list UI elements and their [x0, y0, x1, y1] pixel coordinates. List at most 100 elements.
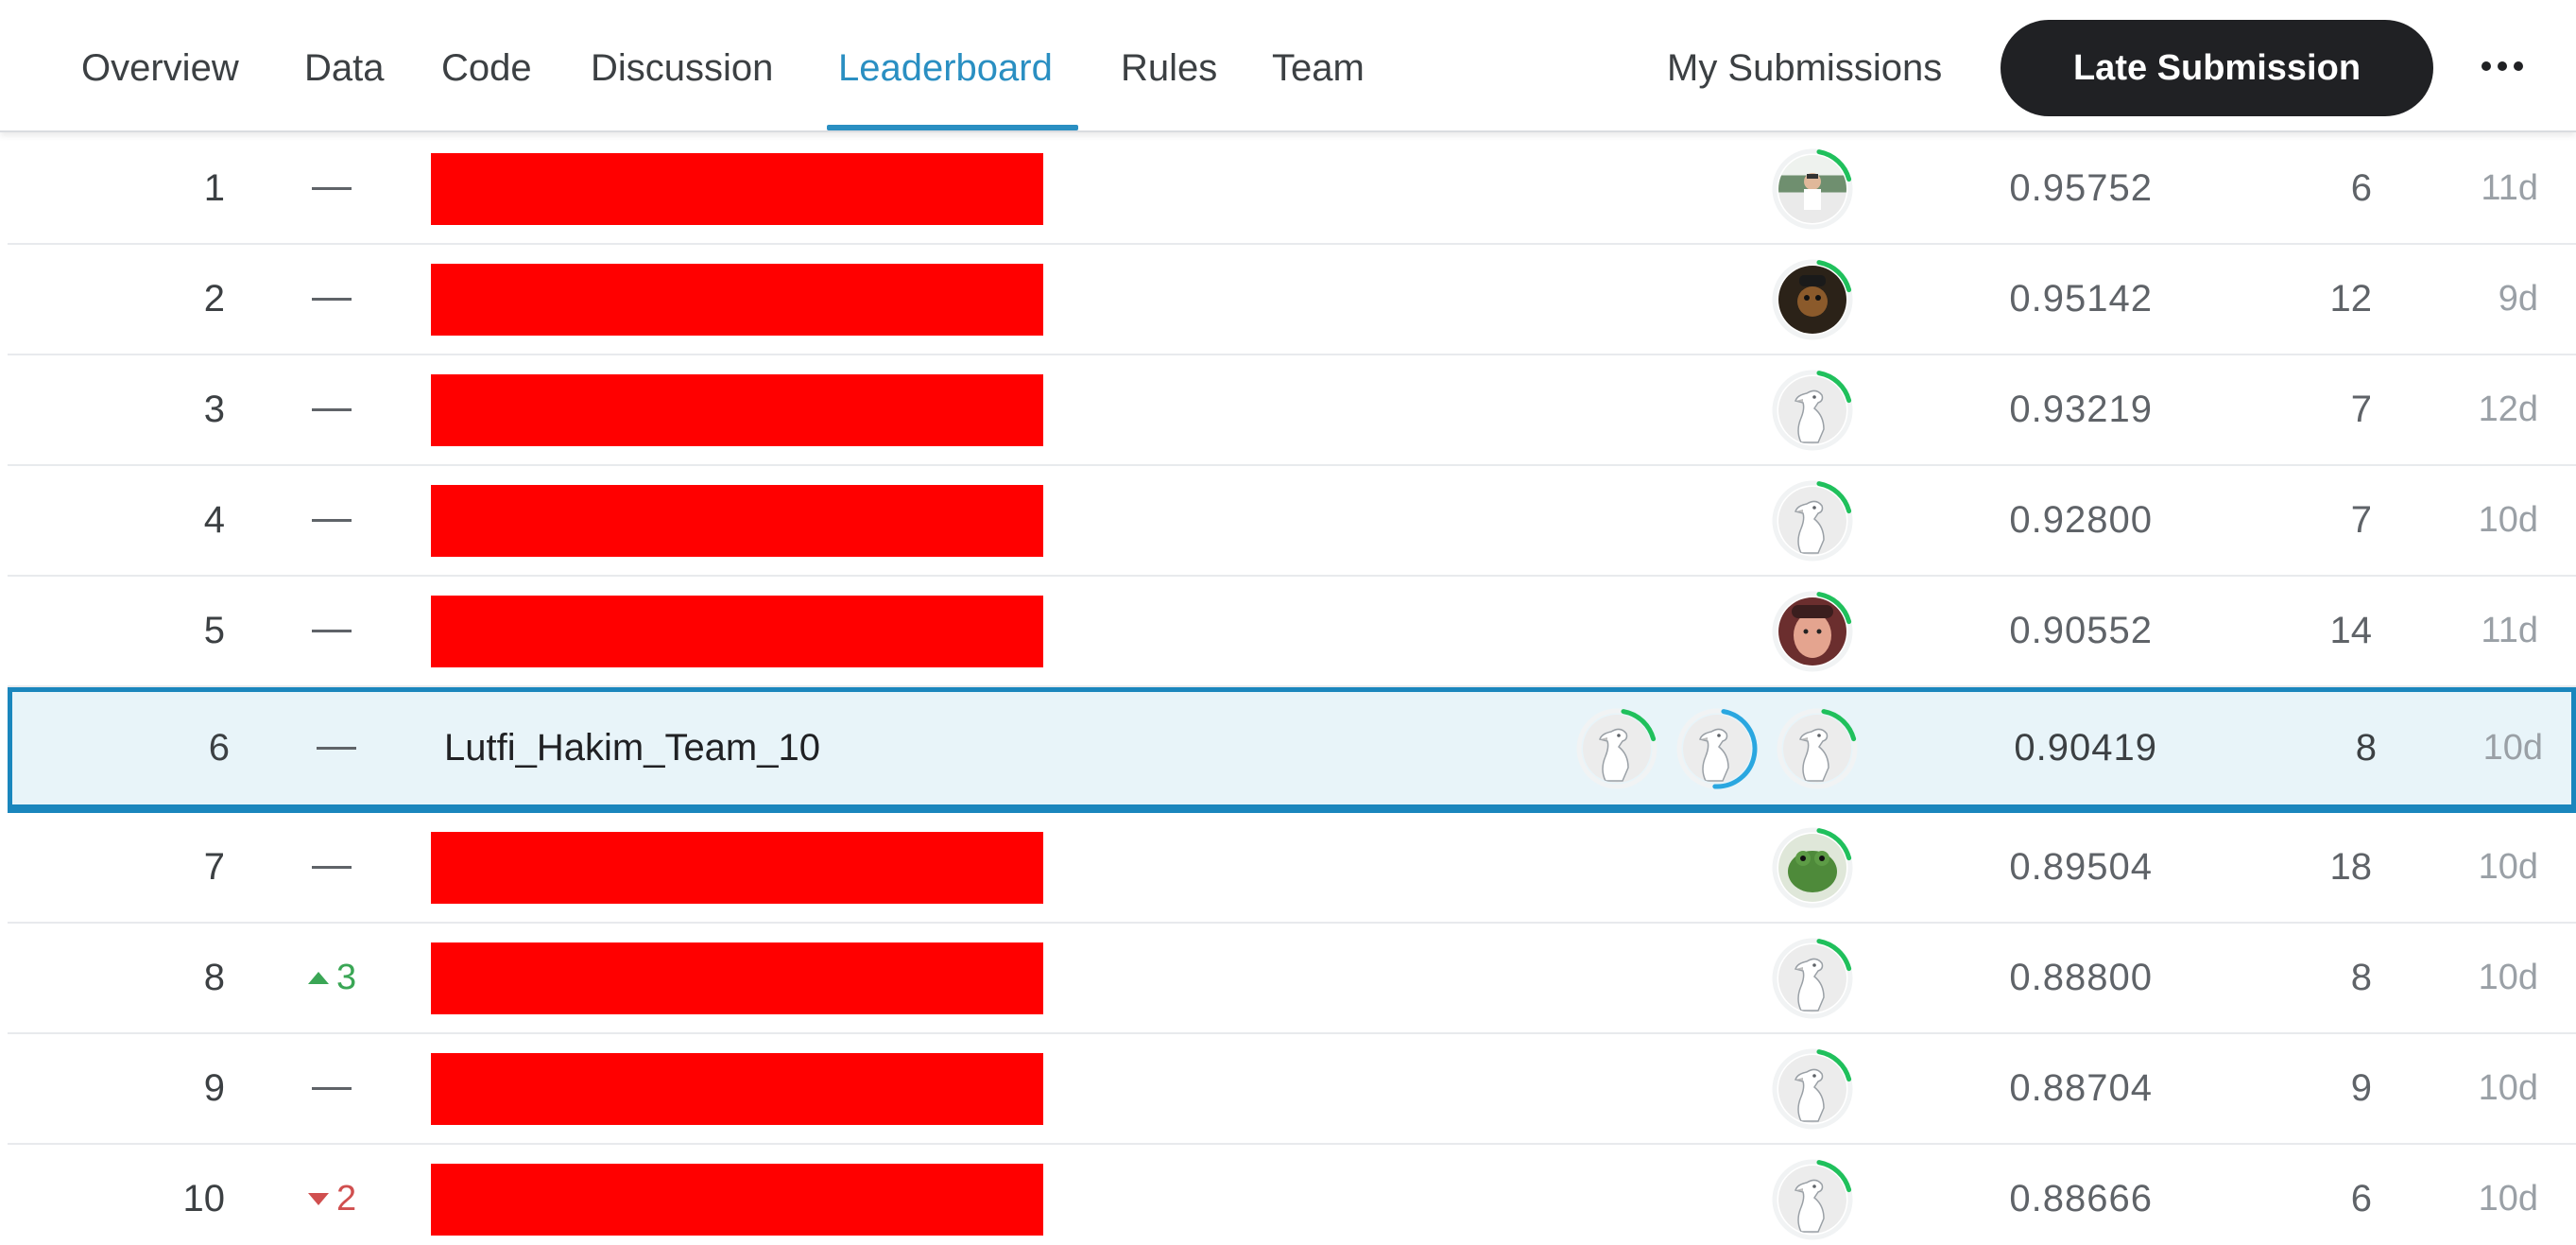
entries-count: 6 [2350, 1178, 2372, 1219]
rank-change [308, 577, 384, 685]
rank-number: 5 [203, 610, 225, 651]
rank-change [308, 466, 384, 575]
rank-change: 2 [308, 1145, 384, 1245]
rank-down-icon [308, 1193, 329, 1205]
last-submission-age: 10d [2478, 1179, 2538, 1219]
last-submission-age: 10d [2478, 500, 2538, 540]
redacted-team-name [431, 373, 1043, 446]
team-member-avatar-icon[interactable] [1771, 1158, 1854, 1241]
no-change-dash-icon [317, 747, 356, 750]
score: 0.95752 [2009, 167, 2153, 209]
leaderboard-row[interactable]: 2 0.95142 12 9d [8, 245, 2576, 355]
redacted-team-name [431, 484, 1043, 557]
rank-change [313, 692, 388, 804]
rank-number: 10 [182, 1178, 226, 1219]
redacted-team-name [431, 152, 1043, 225]
score: 0.92800 [2009, 499, 2153, 541]
rank-number: 4 [203, 499, 225, 541]
entries-count: 7 [2350, 389, 2372, 430]
score: 0.95142 [2009, 278, 2153, 320]
team-member-avatar-icon[interactable] [1771, 147, 1854, 231]
last-submission-age: 10d [2478, 1068, 2538, 1108]
leaderboard-row[interactable]: 10 2 0.88666 6 10d [8, 1145, 2576, 1245]
score: 0.90419 [2014, 727, 2157, 769]
team-member-avatar-icon[interactable] [1771, 258, 1854, 341]
no-change-dash-icon [312, 1087, 352, 1090]
leaderboard-row[interactable]: 7 0.89504 18 10d [8, 813, 2576, 924]
my-submissions-link[interactable]: My Submissions [1667, 0, 1942, 132]
rank-change-value: 3 [336, 958, 357, 997]
entries-count: 9 [2350, 1067, 2372, 1109]
no-change-dash-icon [312, 298, 352, 301]
rank-change [308, 245, 384, 354]
score: 0.89504 [2009, 846, 2153, 888]
last-submission-age: 10d [2482, 728, 2543, 768]
team-member-avatar-icon[interactable] [1771, 937, 1854, 1020]
no-change-dash-icon [312, 408, 352, 411]
team-member-avatar-icon[interactable] [1771, 479, 1854, 562]
score: 0.88704 [2009, 1067, 2153, 1109]
last-submission-age: 10d [2478, 847, 2538, 887]
redacted-team-name [431, 942, 1043, 1014]
last-submission-age: 12d [2478, 389, 2538, 429]
leaderboard-row[interactable]: 9 0.88704 9 10d [8, 1034, 2576, 1145]
score: 0.88800 [2009, 957, 2153, 998]
dot [2514, 61, 2523, 71]
entries-count: 7 [2350, 499, 2372, 541]
tab-overview[interactable]: Overview [81, 0, 239, 132]
last-submission-age: 10d [2478, 958, 2538, 997]
tab-rules[interactable]: Rules [1121, 0, 1217, 132]
last-submission-age: 11d [2481, 168, 2538, 208]
rank-change [308, 813, 384, 922]
leaderboard-row[interactable]: 8 3 0.88800 8 10d [8, 924, 2576, 1034]
entries-count: 8 [2355, 727, 2377, 769]
rank-number: 6 [208, 727, 230, 769]
rank-change [308, 134, 384, 243]
tab-discussion[interactable]: Discussion [591, 0, 773, 132]
team-member-avatar-icon[interactable] [1575, 707, 1658, 790]
leaderboard-row[interactable]: 5 0.90552 14 11d [8, 577, 2576, 687]
rank-number: 7 [203, 846, 225, 888]
no-change-dash-icon [312, 866, 352, 869]
tab-team[interactable]: Team [1272, 0, 1365, 132]
rank-number: 2 [203, 278, 225, 320]
last-submission-age: 9d [2498, 279, 2538, 319]
last-submission-age: 11d [2481, 611, 2538, 650]
rank-up-icon [308, 972, 329, 984]
team-member-avatar-icon[interactable] [1771, 826, 1854, 909]
tab-data[interactable]: Data [304, 0, 385, 132]
tab-leaderboard[interactable]: Leaderboard [838, 0, 1053, 132]
rank-change [308, 355, 384, 464]
team-member-avatar-icon[interactable] [1771, 590, 1854, 673]
rank-number: 1 [203, 167, 225, 209]
score: 0.90552 [2009, 610, 2153, 651]
dot [2482, 61, 2491, 71]
rank-number: 8 [203, 957, 225, 998]
leaderboard-row[interactable]: 3 0.93219 7 12d [8, 355, 2576, 466]
tab-code[interactable]: Code [441, 0, 532, 132]
redacted-team-name [431, 1052, 1043, 1125]
late-submission-button[interactable]: Late Submission [2001, 20, 2433, 116]
leaderboard-row[interactable]: 1 0.95752 6 11d [8, 134, 2576, 245]
entries-count: 8 [2350, 957, 2372, 998]
redacted-team-name [431, 1163, 1043, 1236]
team-member-avatar-icon[interactable] [1675, 707, 1759, 790]
entries-count: 18 [2329, 846, 2373, 888]
more-options-icon[interactable] [2482, 38, 2523, 95]
rank-change [308, 1034, 384, 1143]
team-name-link[interactable]: Lutfi_Hakim_Team_10 [444, 692, 820, 804]
entries-count: 6 [2350, 167, 2372, 209]
rank-change-value: 2 [336, 1179, 357, 1219]
redacted-team-name [431, 263, 1043, 336]
redacted-team-name [431, 831, 1043, 904]
rank-number: 3 [203, 389, 225, 430]
competition-nav: Overview Data Code Discussion Leaderboar… [0, 0, 2576, 132]
my-team-row[interactable]: 6 Lutfi_Hakim_Team_10 0.90419 8 10d [8, 687, 2576, 813]
entries-count: 12 [2329, 278, 2373, 320]
active-tab-indicator [827, 125, 1078, 130]
team-member-avatar-icon[interactable] [1771, 1047, 1854, 1131]
rank-number: 9 [203, 1067, 225, 1109]
team-member-avatar-icon[interactable] [1771, 369, 1854, 452]
team-member-avatar-icon[interactable] [1776, 707, 1859, 790]
leaderboard-row[interactable]: 4 0.92800 7 10d [8, 466, 2576, 577]
